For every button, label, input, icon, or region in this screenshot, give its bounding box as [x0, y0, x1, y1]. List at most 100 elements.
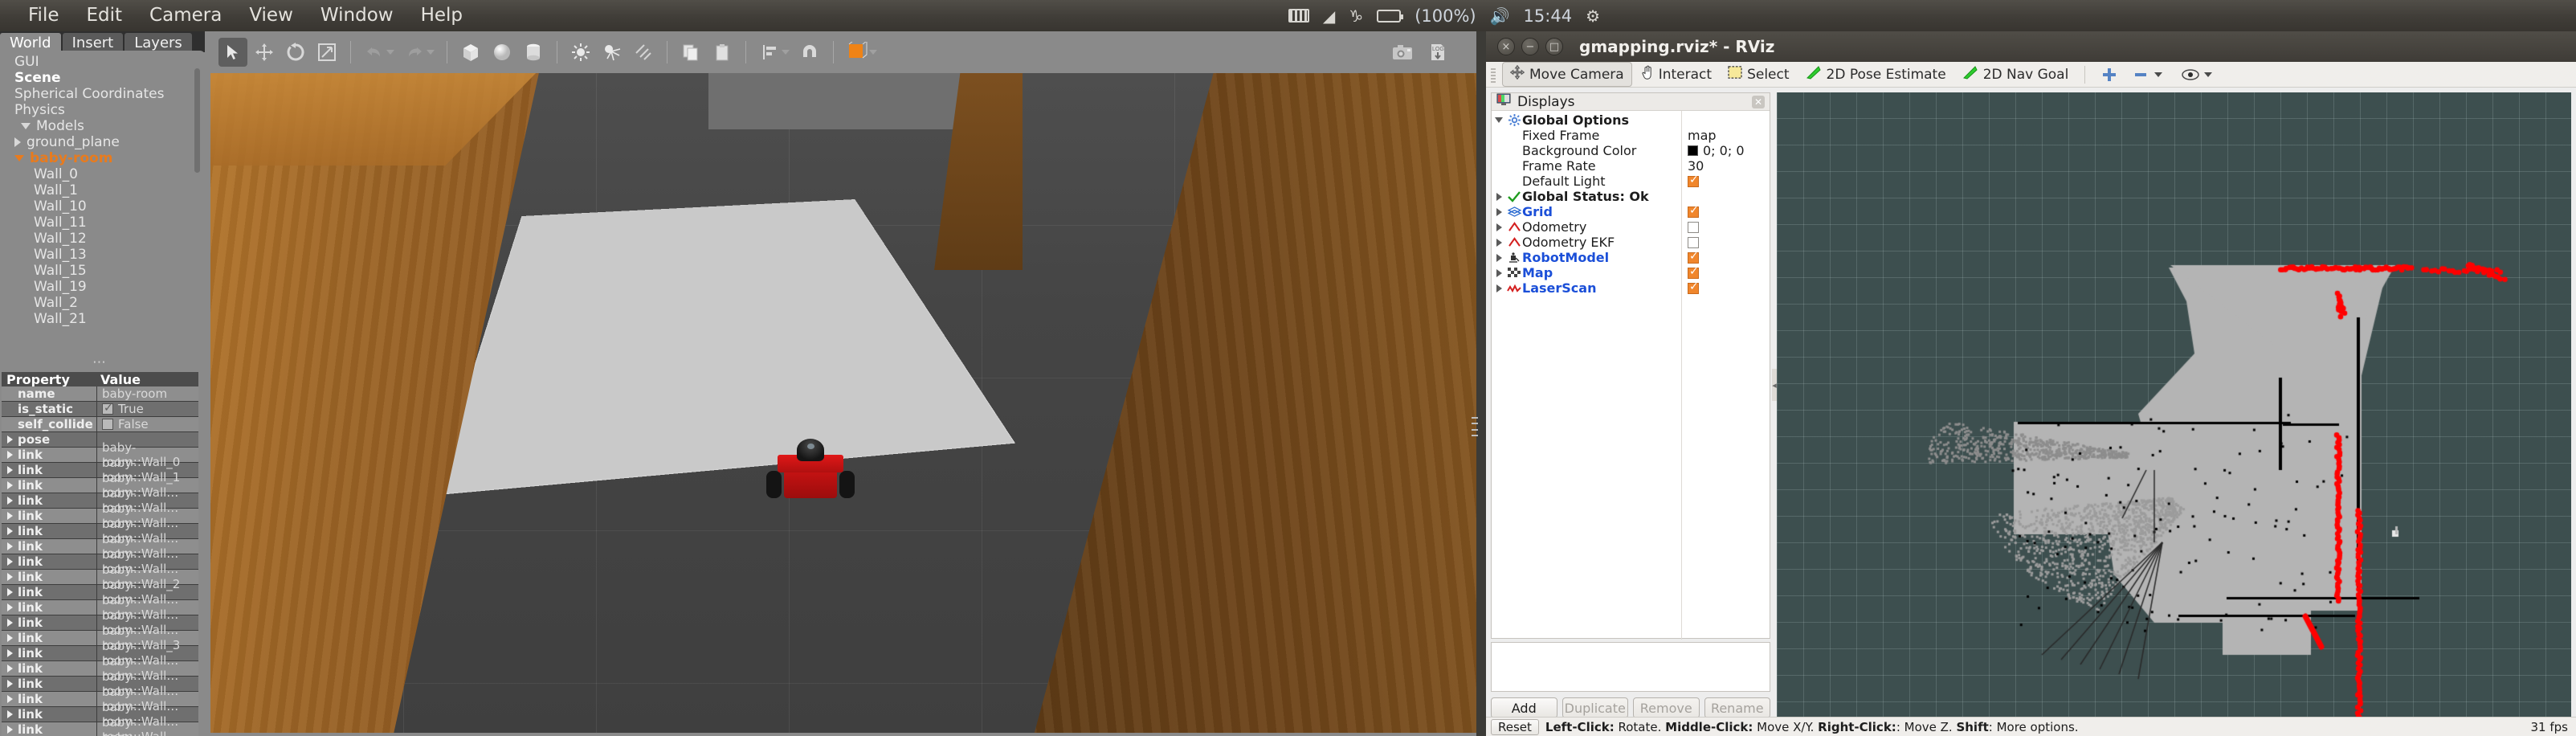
bluetooth-icon[interactable]: ♑	[1349, 8, 1363, 24]
world-tree-item[interactable]: Wall_12	[0, 231, 198, 247]
display-row[interactable]: Fixed Frame map	[1492, 128, 1770, 143]
translate-move-icon[interactable]	[250, 38, 279, 67]
chevron-right-icon[interactable]	[7, 435, 13, 444]
point-light-icon[interactable]	[566, 38, 595, 67]
box-icon[interactable]	[456, 38, 485, 67]
display-row[interactable]: Frame Rate 30	[1492, 158, 1770, 174]
robot-model[interactable]	[766, 439, 855, 515]
chevron-right-icon[interactable]	[7, 726, 13, 734]
panel-splitter-handle[interactable]	[0, 364, 198, 371]
chevron-right-icon[interactable]	[7, 512, 13, 520]
display-row-arrow[interactable]	[1492, 239, 1506, 247]
tab-layers[interactable]: Layers	[125, 33, 192, 52]
add-button[interactable]: Add	[1491, 697, 1557, 718]
world-tree-item[interactable]: Wall_2	[0, 295, 198, 311]
display-enable-checkbox[interactable]	[1688, 252, 1699, 264]
reset-button[interactable]: Reset	[1491, 719, 1539, 735]
world-tree-item[interactable]: Wall_10	[0, 198, 198, 215]
property-row[interactable]: name baby-room	[2, 386, 198, 402]
screenshot-camera-icon[interactable]	[1388, 38, 1417, 67]
display-row[interactable]: Map	[1492, 265, 1770, 280]
display-enable-checkbox[interactable]	[1688, 206, 1699, 218]
display-row-arrow[interactable]	[1492, 269, 1506, 277]
remove-tool-minus-icon[interactable]	[2126, 67, 2173, 82]
color-swatch[interactable]	[1688, 145, 1698, 156]
display-row-value[interactable]: 0; 0; 0	[1688, 143, 1745, 158]
display-row-value[interactable]	[1688, 283, 1699, 294]
world-tree-item[interactable]: Scene	[0, 70, 198, 86]
view-cube-icon[interactable]	[843, 38, 872, 67]
view-cube-dropdown-caret[interactable]	[869, 50, 877, 55]
chevron-right-icon[interactable]	[7, 603, 13, 611]
scale-icon[interactable]	[312, 38, 341, 67]
menu-item-camera[interactable]: Camera	[136, 4, 235, 27]
chevron-right-icon[interactable]	[7, 588, 13, 596]
chevron-right-icon[interactable]	[7, 664, 13, 673]
checkbox[interactable]	[102, 419, 113, 430]
gear-icon[interactable]: ⚙	[1586, 8, 1600, 24]
battery-icon[interactable]	[1377, 10, 1401, 22]
tool-visibility-eye-icon[interactable]	[2174, 67, 2223, 83]
minimize-icon[interactable]: −	[1521, 38, 1539, 55]
display-row[interactable]: LaserScan	[1492, 280, 1770, 296]
redo-dropdown-caret[interactable]	[427, 50, 435, 55]
world-tree-item[interactable]: Wall_19	[0, 279, 198, 295]
world-tree-item[interactable]: GUI	[0, 54, 198, 70]
display-row-value[interactable]	[1688, 206, 1699, 218]
spot-light-icon[interactable]	[598, 38, 627, 67]
sphere-icon[interactable]	[488, 38, 516, 67]
keyboard-icon[interactable]	[1288, 9, 1309, 22]
display-enable-checkbox[interactable]	[1688, 222, 1699, 233]
world-tree-item[interactable]: Spherical Coordinates	[0, 86, 198, 102]
snap-magnet-icon[interactable]	[795, 38, 824, 67]
tool-interact[interactable]: Interact	[1634, 63, 1719, 86]
tool-select[interactable]: Select	[1721, 63, 1796, 85]
display-row-value[interactable]: 30	[1688, 158, 1704, 174]
chevron-right-icon[interactable]	[7, 710, 13, 718]
world-tree-item[interactable]: Wall_11	[0, 215, 198, 231]
display-row-value[interactable]	[1688, 268, 1699, 279]
property-table[interactable]: name baby-room is_static True self_collide Fa…	[2, 386, 198, 736]
world-tree-item[interactable]: Wall_13	[0, 247, 198, 263]
wifi-icon[interactable]: ◢	[1323, 8, 1335, 24]
world-tree-item[interactable]: Physics	[0, 102, 198, 118]
world-tree-item[interactable]: Models	[0, 118, 198, 134]
display-row[interactable]: Odometry EKF	[1492, 235, 1770, 250]
display-row[interactable]: Global Status: Ok	[1492, 189, 1770, 204]
display-row[interactable]: Background Color 0; 0; 0	[1492, 143, 1770, 158]
gazebo-3d-viewport[interactable]	[210, 73, 1476, 736]
chevron-right-icon[interactable]	[7, 634, 13, 642]
paste-icon[interactable]	[708, 38, 737, 67]
chevron-right-icon[interactable]	[14, 137, 21, 147]
align-icon[interactable]	[755, 38, 784, 67]
property-row[interactable]: is_static True	[2, 402, 198, 417]
tree-scrollbar[interactable]	[194, 68, 200, 173]
display-row-arrow[interactable]	[1492, 284, 1506, 292]
world-tree-item[interactable]: Wall_1	[0, 182, 198, 198]
close-icon[interactable]: ✕	[1752, 96, 1765, 108]
world-tree-item[interactable]: ground_plane	[0, 134, 198, 150]
display-row-arrow[interactable]	[1492, 208, 1506, 216]
checkbox[interactable]	[102, 403, 113, 415]
display-enable-checkbox[interactable]	[1688, 237, 1699, 248]
tab-world[interactable]: World	[0, 33, 61, 52]
chevron-down-icon[interactable]	[21, 123, 31, 129]
chevron-right-icon[interactable]	[7, 542, 13, 550]
add-tool-plus-icon[interactable]	[2094, 64, 2125, 85]
display-row[interactable]: Odometry	[1492, 219, 1770, 235]
remove-button[interactable]: Remove	[1633, 697, 1700, 718]
align-dropdown-caret[interactable]	[782, 50, 790, 55]
display-enable-checkbox[interactable]	[1688, 283, 1699, 294]
chevron-right-icon[interactable]	[7, 680, 13, 688]
close-icon[interactable]: ×	[1497, 38, 1515, 55]
world-tree-item[interactable]: Wall_15	[0, 263, 198, 279]
select-arrow-icon[interactable]	[218, 38, 247, 67]
display-row-value[interactable]	[1688, 222, 1699, 233]
display-row-arrow[interactable]	[1492, 254, 1506, 262]
tool-move-camera[interactable]: Move Camera	[1502, 62, 1632, 87]
chevron-right-icon[interactable]	[7, 619, 13, 627]
gazebo-world-tree[interactable]: GUI Scene Spherical Coordinates Physics Mode…	[0, 54, 198, 351]
rotate-icon[interactable]	[281, 38, 310, 67]
display-row-arrow[interactable]	[1492, 223, 1506, 231]
chevron-right-icon[interactable]	[7, 527, 13, 535]
